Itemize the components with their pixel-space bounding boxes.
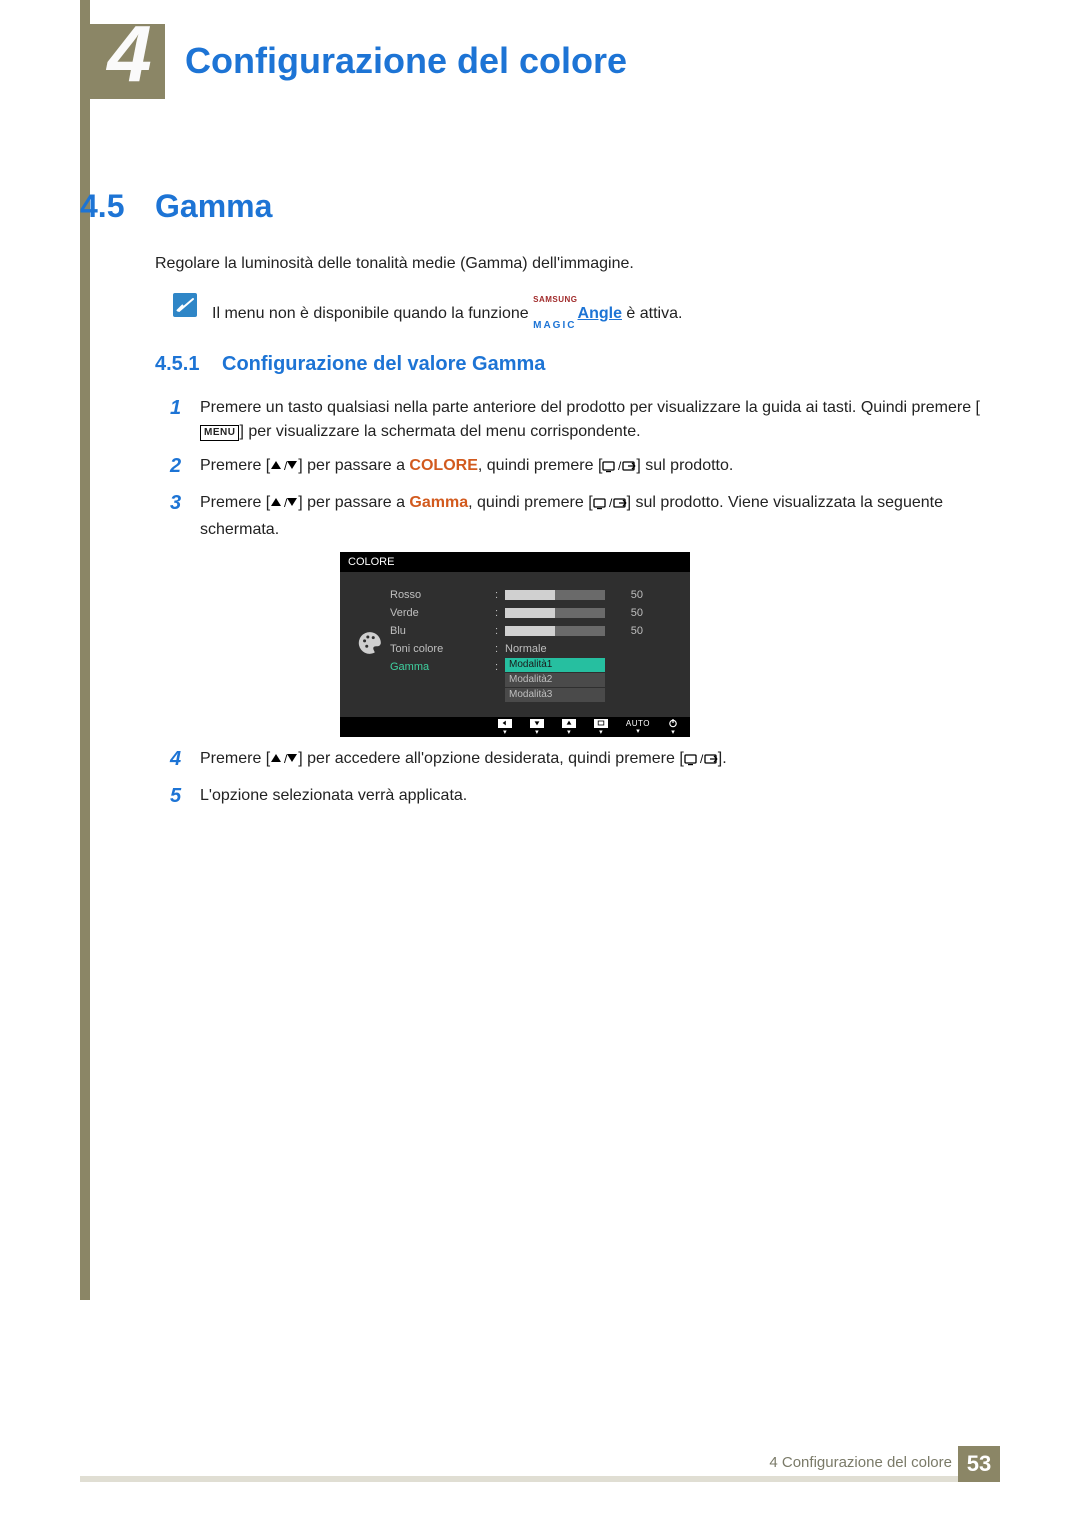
subsection-number: 4.5.1 <box>155 353 199 376</box>
section-title: Gamma <box>155 188 272 225</box>
osd-title: COLORE <box>340 552 690 572</box>
step-text: ] sul prodotto. <box>636 457 733 474</box>
step-number: 1 <box>170 396 200 444</box>
section-intro: Regolare la luminosità delle tonalità me… <box>155 255 634 273</box>
osd-value-toni: Normale <box>505 643 547 655</box>
brand-samsung: SAMSUNG <box>533 296 577 304</box>
step-2: 2 Premere [/] per passare a COLORE, quin… <box>170 454 1010 481</box>
osd-label-verde: Verde <box>390 604 495 622</box>
step-text: Premere [ <box>200 457 270 474</box>
steps-list: 1 Premere un tasto qualsiasi nella parte… <box>170 396 1010 818</box>
step-3: 3 Premere [/] per passare a Gamma, quind… <box>170 491 1010 542</box>
brand-angle-link[interactable]: Angle <box>578 305 622 322</box>
brand-magic: MAGIC <box>533 322 576 330</box>
note-suffix: è attiva. <box>622 305 682 322</box>
step-text: ] per visualizzare la schermata del menu… <box>239 423 640 440</box>
section-number: 4.5 <box>80 188 124 225</box>
note-icon <box>173 293 197 317</box>
osd-menu: COLORE Rosso Verde Blu Toni colore Gamma <box>340 552 690 737</box>
osd-value-verde: 50 <box>613 607 643 619</box>
menu-gamma: Gamma <box>409 494 468 511</box>
step-1: 1 Premere un tasto qualsiasi nella parte… <box>170 396 1010 444</box>
osd-label-rosso: Rosso <box>390 586 495 604</box>
osd-nav-auto: AUTO▾ <box>626 720 650 735</box>
osd-nav-enter-icon: ▾ <box>594 719 608 736</box>
osd-nav-down-icon: ▾ <box>530 719 544 736</box>
step-text: ] per accedere all'opzione desiderata, q… <box>298 750 684 767</box>
footer-text: 4 Configurazione del colore <box>769 1454 952 1471</box>
footer-bar <box>80 1476 1000 1482</box>
step-number: 2 <box>170 454 200 481</box>
step-text: ] per passare a <box>298 457 409 474</box>
chapter-number: 4 <box>90 8 165 100</box>
step-text: L'opzione selezionata verrà applicata. <box>200 787 467 804</box>
up-down-icon: / <box>270 750 298 774</box>
osd-nav-back-icon: ▾ <box>498 719 512 736</box>
osd-gamma-option-2: Modalità2 <box>505 673 605 687</box>
enter-source-icon: / <box>684 750 718 774</box>
enter-source-icon: / <box>593 494 627 518</box>
subsection-title: Configurazione del valore Gamma <box>222 353 545 376</box>
step-text: ] per passare a <box>298 494 409 511</box>
step-text: Premere [ <box>200 750 270 767</box>
osd-label-toni: Toni colore <box>390 640 495 658</box>
osd-nav-bar: ▾ ▾ ▾ ▾ AUTO▾ ▾ <box>340 717 690 737</box>
osd-slider-rosso <box>505 590 605 600</box>
step-number: 3 <box>170 491 200 542</box>
svg-text:/: / <box>609 496 613 510</box>
svg-text:/: / <box>618 459 622 473</box>
osd-gamma-option-3: Modalità3 <box>505 688 605 702</box>
osd-slider-blu <box>505 626 605 636</box>
step-text: , quindi premere [ <box>478 457 603 474</box>
menu-colore: COLORE <box>409 457 477 474</box>
step-text: , quindi premere [ <box>468 494 593 511</box>
note-prefix: Il menu non è disponibile quando la funz… <box>212 305 533 322</box>
enter-source-icon: / <box>602 457 636 481</box>
osd-nav-power-icon: ▾ <box>668 718 678 736</box>
up-down-icon: / <box>270 494 298 518</box>
osd-value-blu: 50 <box>613 625 643 637</box>
note-text: Il menu non è disponibile quando la funz… <box>212 296 682 332</box>
page-number: 53 <box>958 1446 1000 1482</box>
step-text: Premere un tasto qualsiasi nella parte a… <box>200 399 980 416</box>
step-5: 5 L'opzione selezionata verrà applicata. <box>170 784 1010 808</box>
osd-slider-verde <box>505 608 605 618</box>
osd-value-rosso: 50 <box>613 589 643 601</box>
chapter-title: Configurazione del colore <box>185 40 627 82</box>
menu-key-icon: MENU <box>200 425 239 441</box>
up-down-icon: / <box>270 457 298 481</box>
palette-icon <box>357 630 383 659</box>
step-text: ]. <box>718 750 727 767</box>
osd-gamma-option-1: Modalità1 <box>505 658 605 672</box>
osd-nav-up-icon: ▾ <box>562 719 576 736</box>
step-4: 4 Premere [/] per accedere all'opzione d… <box>170 747 1010 774</box>
step-text: Premere [ <box>200 494 270 511</box>
osd-label-blu: Blu <box>390 622 495 640</box>
step-number: 4 <box>170 747 200 774</box>
step-number: 5 <box>170 784 200 808</box>
osd-label-gamma: Gamma <box>390 658 495 676</box>
svg-text:/: / <box>700 752 704 766</box>
